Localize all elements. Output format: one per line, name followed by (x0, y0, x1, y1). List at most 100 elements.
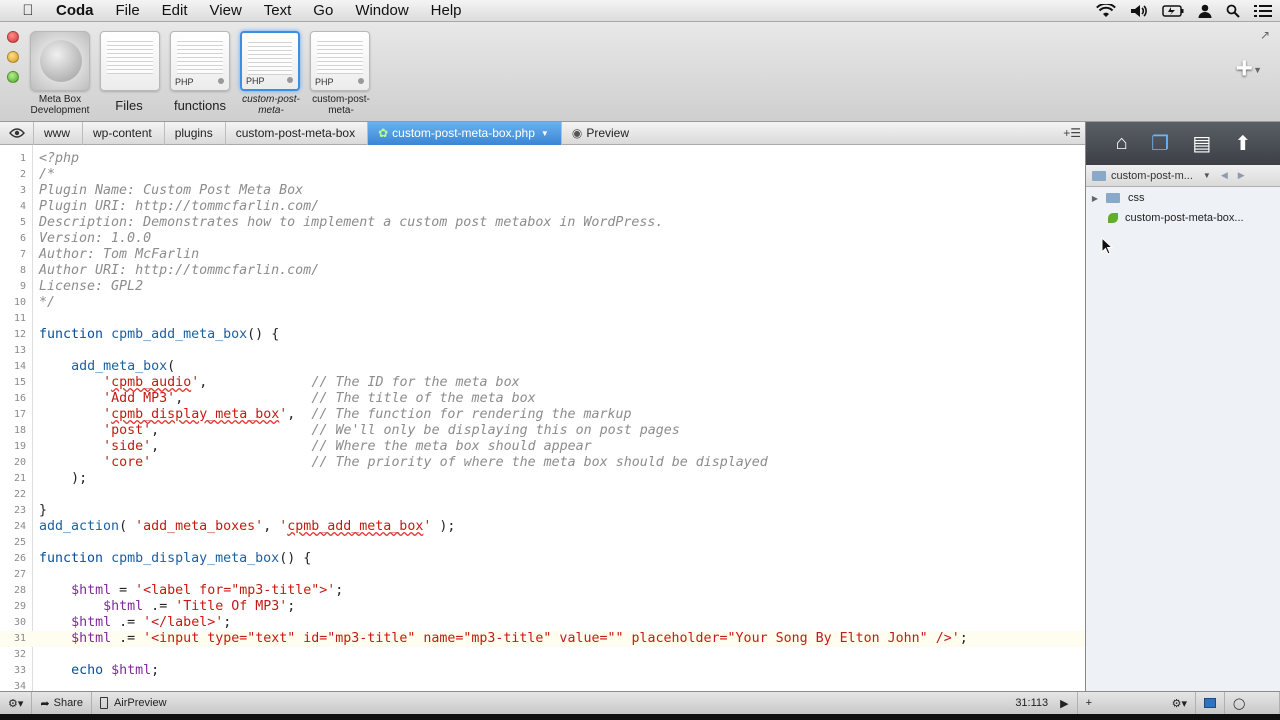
code-line[interactable]: 29 $html .= 'Title Of MP3'; (0, 599, 1085, 615)
code-text: add_action( 'add_meta_boxes', 'cpmb_add_… (39, 519, 456, 534)
zoom-window-button[interactable] (7, 71, 19, 83)
chevron-down-icon[interactable]: ▼ (1203, 171, 1211, 180)
code-editor[interactable]: 1 <?php 2 /* 3 Plugin Name: Custom Post Meta … (0, 145, 1085, 691)
menu-file[interactable]: File (116, 2, 140, 19)
menu-go[interactable]: Go (313, 2, 333, 19)
disclosure-triangle-icon[interactable]: ▶ (1086, 194, 1104, 203)
preview-button[interactable]: ◉ Preview (562, 122, 641, 145)
breadcrumb-www[interactable]: www (34, 121, 83, 145)
code-line[interactable]: 22 (0, 487, 1085, 503)
device-icon (99, 697, 108, 709)
spotlight-icon[interactable] (1226, 4, 1240, 18)
code-line[interactable]: 17 'cpmb_display_meta_box', // The funct… (0, 407, 1085, 423)
code-line[interactable]: 8 Author URI: http://tommcfarlin.com/ (0, 263, 1085, 279)
code-line[interactable]: 11 (0, 311, 1085, 327)
fullscreen-icon[interactable]: ↗ (1260, 28, 1270, 42)
code-line[interactable]: 33 echo $html; (0, 663, 1085, 679)
code-line[interactable]: 6 Version: 1.0.0 (0, 231, 1085, 247)
split-view-icon[interactable]: +☰ (1063, 126, 1081, 140)
menu-help[interactable]: Help (431, 2, 462, 19)
notification-list-icon[interactable] (1254, 4, 1272, 18)
sync-button[interactable]: ◯ (1225, 691, 1280, 715)
code-line[interactable]: 5 Description: Demonstrates how to implem… (0, 215, 1085, 231)
code-line[interactable]: 13 (0, 343, 1085, 359)
back-icon[interactable]: ◀ (1221, 170, 1228, 181)
code-line[interactable]: 15 'cpmb_audio', // The ID for the meta … (0, 375, 1085, 391)
code-line[interactable]: 3 Plugin Name: Custom Post Meta Box (0, 183, 1085, 199)
apple-icon[interactable]:  (0, 2, 56, 19)
code-line[interactable]: 1 <?php (0, 151, 1085, 167)
menu-edit[interactable]: Edit (162, 2, 188, 19)
home-icon[interactable]: ⌂ (1116, 132, 1128, 155)
publish-icon[interactable]: ⬆ (1235, 131, 1252, 156)
code-line[interactable]: 9 License: GPL2 (0, 279, 1085, 295)
user-icon[interactable] (1198, 4, 1212, 18)
volume-icon[interactable] (1130, 4, 1148, 18)
code-line[interactable]: 10 */ (0, 295, 1085, 311)
code-line[interactable]: 23} (0, 503, 1085, 519)
code-line[interactable]: 25 (0, 535, 1085, 551)
battery-icon[interactable] (1162, 5, 1184, 17)
code-line[interactable]: 34 (0, 679, 1085, 691)
sidebar-toggle-icon (1204, 698, 1216, 708)
add-sidebar-button[interactable]: + (1078, 692, 1164, 715)
sidebar-settings-button[interactable]: ⚙▾ (1164, 691, 1196, 715)
airpreview-button[interactable]: AirPreview (92, 692, 175, 715)
path-toggle[interactable] (0, 121, 34, 145)
line-number: 33 (13, 665, 26, 676)
file-tree-file-custom-post-meta-box[interactable]: custom-post-meta-box... (1086, 208, 1280, 228)
site-thumbnail[interactable] (30, 31, 90, 91)
code-line[interactable]: 16 'Add MP3', // The title of the meta b… (0, 391, 1085, 407)
goto-line-button[interactable]: ▶ (1052, 691, 1078, 715)
code-line[interactable]: 28 $html = '<label for="mp3-title">'; (0, 583, 1085, 599)
active-file-name: custom-post-meta-box.php (392, 126, 535, 140)
breadcrumb-active-file[interactable]: ✿ custom-post-meta-box.php ▼ (368, 121, 562, 145)
clips-icon[interactable]: ▤ (1192, 131, 1211, 156)
code-line[interactable]: 12 function cpmb_add_meta_box() { (0, 327, 1085, 343)
code-line[interactable]: 32 (0, 647, 1085, 663)
menu-view[interactable]: View (210, 2, 242, 19)
code-line[interactable]: 4 Plugin URI: http://tommcfarlin.com/ (0, 199, 1085, 215)
sidebar: ⌂ ❐ ▤ ⬆ custom-post-m... ▼ ◀ ▶ ▶ css cus… (1085, 122, 1280, 691)
forward-icon[interactable]: ▶ (1238, 170, 1245, 181)
code-text: Plugin Name: Custom Post Meta Box (39, 183, 304, 198)
breadcrumb-plugins[interactable]: plugins (165, 121, 226, 145)
menu-window[interactable]: Window (355, 2, 408, 19)
files-icon[interactable]: ❐ (1151, 131, 1169, 156)
line-number: 17 (13, 409, 26, 420)
menu-text[interactable]: Text (264, 2, 292, 19)
share-button[interactable]: ➦ Share (32, 691, 92, 715)
tab-functions[interactable]: PHP (170, 31, 230, 91)
breadcrumb-wp-content[interactable]: wp-content (83, 121, 165, 145)
line-number: 34 (13, 681, 26, 691)
code-line[interactable]: 30 $html .= '</label>'; (0, 615, 1085, 631)
close-window-button[interactable] (7, 31, 19, 43)
settings-menu-button[interactable]: ⚙▾ (0, 691, 33, 715)
toggle-sidebar-button[interactable] (1196, 691, 1225, 715)
code-line[interactable]: 19 'side', // Where the meta box should … (0, 439, 1085, 455)
code-line[interactable]: 2 /* (0, 167, 1085, 183)
code-line[interactable]: 31 $html .= '<input type="text" id="mp3-… (0, 631, 1085, 647)
code-line[interactable]: 14 add_meta_box( (0, 359, 1085, 375)
code-line[interactable]: 20 'core' // The priority of where the m… (0, 455, 1085, 471)
close-tab-icon[interactable] (218, 78, 224, 84)
line-number: 20 (13, 457, 26, 468)
code-line[interactable]: 21 ); (0, 471, 1085, 487)
tab-custom-post-meta-box-active[interactable]: PHP (240, 31, 300, 91)
code-line[interactable]: 26 function cpmb_display_meta_box() { (0, 551, 1085, 567)
code-line[interactable]: 7 Author: Tom McFarlin (0, 247, 1085, 263)
close-tab-icon[interactable] (287, 77, 293, 83)
code-line[interactable]: 27 (0, 567, 1085, 583)
breadcrumb-custom-post-meta-box[interactable]: custom-post-meta-box (226, 121, 369, 145)
minimize-window-button[interactable] (7, 51, 19, 63)
files-thumbnail[interactable] (100, 31, 160, 91)
code-line[interactable]: 24 add_action( 'add_meta_boxes', 'cpmb_ad… (0, 519, 1085, 535)
wifi-icon[interactable] (1096, 4, 1116, 18)
file-tree-folder-css[interactable]: ▶ css (1086, 188, 1280, 208)
code-line[interactable]: 18 'post', // We'll only be displaying t… (0, 423, 1085, 439)
sidebar-path-bar[interactable]: custom-post-m... ▼ ◀ ▶ (1086, 165, 1280, 187)
tab-custom-post-meta-box-2[interactable]: PHP (310, 31, 370, 91)
close-tab-icon[interactable] (358, 78, 364, 84)
menu-app-name[interactable]: Coda (56, 2, 94, 19)
add-tab-button[interactable]: +▼ (1236, 52, 1262, 86)
